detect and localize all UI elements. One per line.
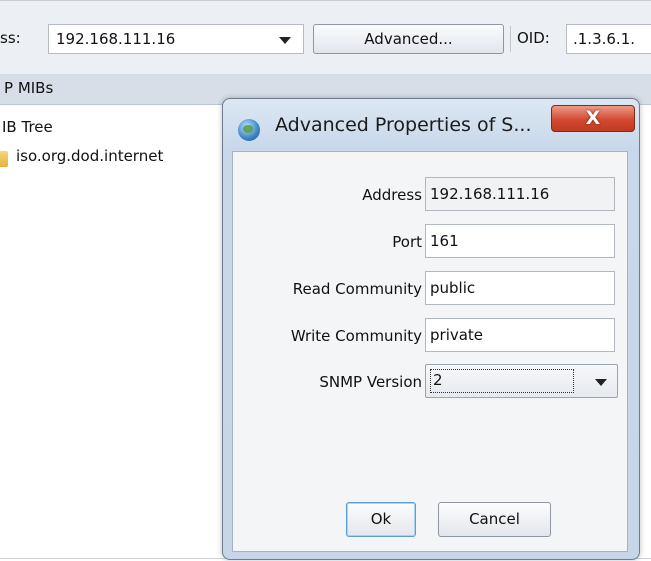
mib-pane-title: P MIBs	[4, 79, 54, 97]
snmp-version-select[interactable]: 2	[425, 364, 618, 398]
write-community-label: Write Community	[290, 327, 422, 345]
cancel-button[interactable]: Cancel	[438, 502, 551, 537]
write-community-field[interactable]: private	[425, 318, 615, 352]
oid-input[interactable]: .1.3.6.1.	[566, 24, 651, 54]
write-community-value: private	[430, 326, 484, 344]
snmp-version-value: 2	[433, 371, 443, 389]
address-field-value: 192.168.111.16	[430, 185, 550, 203]
address-combo[interactable]: 192.168.111.16	[48, 24, 304, 54]
ok-button[interactable]: Ok	[346, 502, 416, 537]
advanced-properties-dialog: Advanced Properties of S... X Address 19…	[222, 98, 640, 560]
mib-tree-title: IB Tree	[2, 118, 53, 136]
close-icon: X	[585, 107, 601, 129]
dialog-title: Advanced Properties of S...	[275, 114, 532, 136]
close-button[interactable]: X	[551, 105, 635, 132]
tree-item-label: iso.org.dod.internet	[16, 147, 164, 165]
dialog-body: Address 192.168.111.16 Port 161 Read Com…	[232, 151, 628, 552]
oid-label: OID:	[517, 29, 550, 47]
read-community-field[interactable]: public	[425, 271, 615, 305]
address-label: ss:	[0, 29, 21, 47]
chevron-down-icon[interactable]	[279, 37, 291, 44]
port-field-value: 161	[430, 232, 459, 250]
address-field[interactable]: 192.168.111.16	[425, 177, 615, 211]
toolbar-separator	[510, 26, 511, 52]
toolbar: ss: 192.168.111.16 Advanced... OID: .1.3…	[0, 0, 651, 75]
read-community-value: public	[430, 279, 476, 297]
globe-icon	[238, 119, 260, 141]
address-value: 192.168.111.16	[56, 30, 176, 48]
focus-ring	[430, 369, 574, 393]
chevron-down-icon[interactable]	[595, 379, 607, 386]
port-field[interactable]: 161	[425, 224, 615, 258]
read-community-label: Read Community	[292, 280, 422, 298]
address-field-label: Address	[362, 186, 422, 204]
folder-icon	[0, 151, 8, 167]
oid-value: .1.3.6.1.	[573, 30, 636, 48]
advanced-button[interactable]: Advanced...	[313, 24, 504, 54]
snmp-version-label: SNMP Version	[319, 373, 422, 391]
port-field-label: Port	[392, 233, 422, 251]
